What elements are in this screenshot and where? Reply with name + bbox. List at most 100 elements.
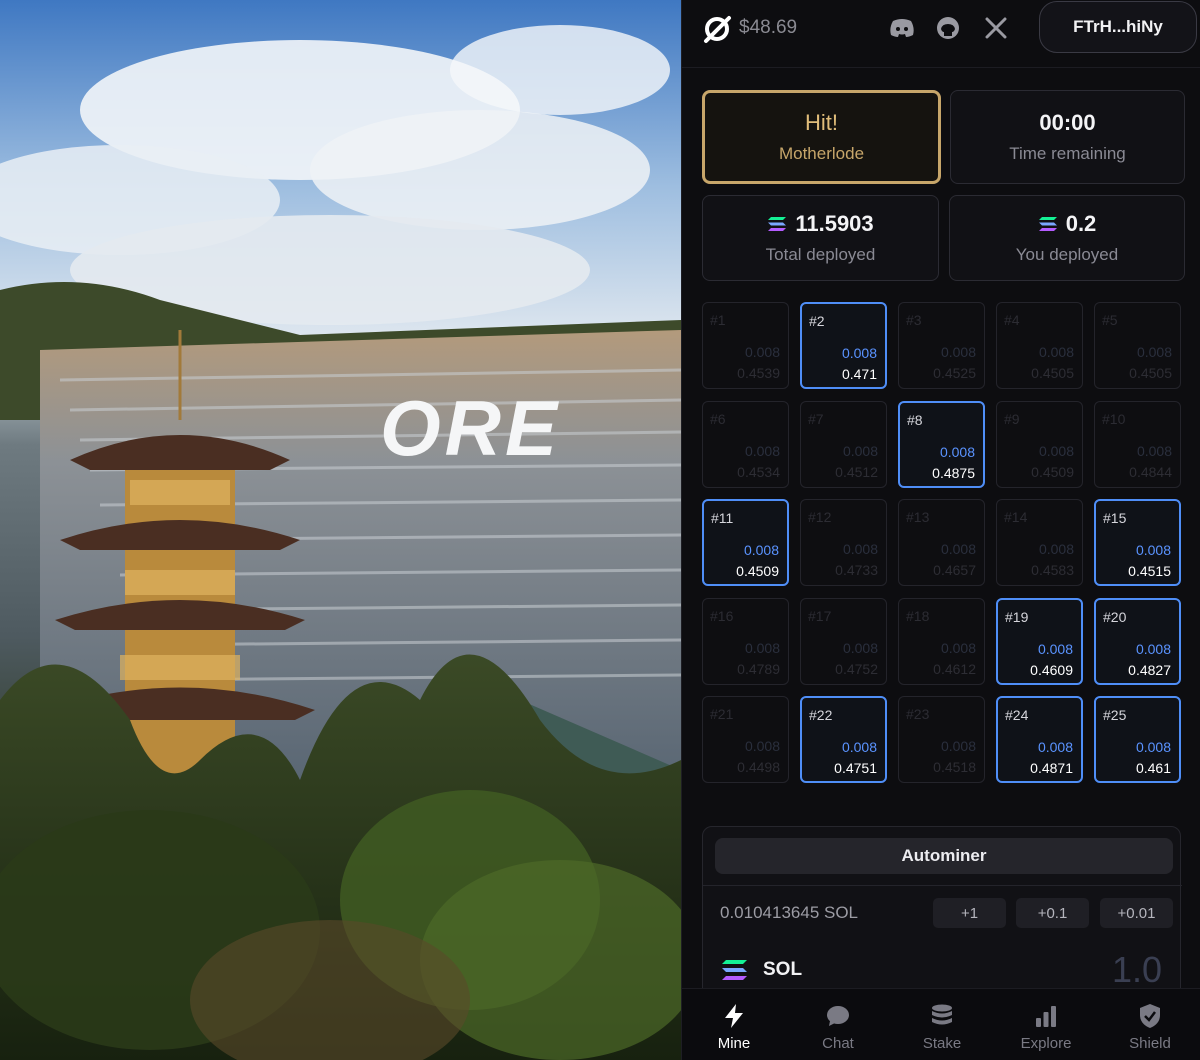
block-cell[interactable]: #8 0.008 0.4875 (898, 400, 985, 488)
block-number: #1 (710, 312, 726, 328)
nav-explore[interactable]: Explore (994, 989, 1098, 1060)
block-cell[interactable]: #6 0.008 0.4534 (702, 400, 789, 488)
increment-1-button[interactable]: +1 (933, 898, 1006, 928)
block-amount: 0.008 (743, 542, 779, 558)
nav-shield[interactable]: Shield (1098, 989, 1200, 1060)
wallet-button[interactable]: FTrH...hiNy (1039, 1, 1197, 53)
nav-label: Mine (717, 1035, 751, 1052)
nav-chat[interactable]: Chat (786, 989, 890, 1060)
block-odds: 0.4612 (933, 660, 976, 677)
block-amount: 0.008 (940, 541, 976, 557)
block-odds: 0.4827 (1128, 661, 1171, 678)
block-number: #7 (808, 410, 824, 427)
block-grid: #1 0.008 0.4539 #2 0.008 0.471 #3 0.008 0.4525 #4… (702, 302, 1181, 784)
nav-mine[interactable]: Mine (682, 989, 786, 1060)
block-cell[interactable]: #15 0.008 0.4515 (1094, 499, 1181, 586)
block-number: #16 (710, 607, 734, 624)
block-cell[interactable]: #11 0.008 0.4509 (702, 499, 789, 586)
bar-chart-icon (1033, 1003, 1059, 1029)
block-cell[interactable]: #2 0.008 0.471 (800, 302, 887, 389)
block-number: #20 (1103, 608, 1127, 625)
total-deployed-value: 11.5903 (795, 211, 874, 236)
block-cell[interactable]: #1 0.008 0.4539 (702, 302, 789, 389)
round-status-title: Hit! (805, 110, 838, 135)
total-deployed-label: Total deployed (765, 245, 876, 264)
top-bar: $48.69 FTrH...hiNy (682, 0, 1200, 68)
autominer-button[interactable]: Autominer (715, 838, 1173, 874)
block-odds: 0.4505 (1129, 365, 1172, 381)
block-number: #3 (906, 312, 922, 328)
block-cell[interactable]: #25 0.008 0.461 (1094, 696, 1181, 783)
block-odds: 0.4844 (1129, 463, 1172, 480)
block-cell[interactable]: #16 0.008 0.4789 (702, 597, 789, 685)
ore-price: $48.69 (739, 17, 798, 38)
block-amount: 0.008 (841, 345, 877, 361)
block-number: #22 (809, 707, 833, 723)
block-amount: 0.008 (744, 738, 780, 754)
block-odds: 0.4515 (1128, 563, 1171, 579)
block-cell[interactable]: #4 0.008 0.4505 (996, 302, 1083, 389)
block-cell[interactable]: #10 0.008 0.4844 (1094, 400, 1181, 488)
block-number: #13 (906, 509, 930, 525)
amount-input[interactable]: 1.0 (1112, 949, 1162, 991)
block-cell[interactable]: #18 0.008 0.4612 (898, 597, 985, 685)
block-cell[interactable]: #21 0.008 0.4498 (702, 696, 789, 783)
block-odds: 0.4509 (1031, 463, 1074, 480)
block-number: #8 (907, 411, 923, 428)
block-odds: 0.4509 (736, 563, 779, 579)
block-number: #14 (1004, 509, 1028, 525)
block-number: #15 (1103, 510, 1127, 526)
block-amount: 0.008 (1135, 640, 1171, 657)
block-number: #25 (1103, 707, 1127, 723)
block-amount: 0.008 (1136, 344, 1172, 360)
block-amount: 0.008 (744, 639, 780, 656)
block-number: #9 (1004, 410, 1020, 427)
github-icon[interactable] (934, 14, 962, 42)
nav-label: Chat (822, 1035, 854, 1052)
block-cell[interactable]: #20 0.008 0.4827 (1094, 597, 1181, 685)
block-odds: 0.4733 (835, 562, 878, 578)
block-amount: 0.008 (1038, 344, 1074, 360)
block-cell[interactable]: #5 0.008 0.4505 (1094, 302, 1181, 389)
block-cell[interactable]: #24 0.008 0.4871 (996, 696, 1083, 783)
block-number: #21 (710, 706, 734, 722)
block-cell[interactable]: #13 0.008 0.4657 (898, 499, 985, 586)
block-cell[interactable]: #23 0.008 0.4518 (898, 696, 985, 783)
block-amount: 0.008 (1038, 442, 1074, 459)
ore-logo-icon[interactable] (702, 14, 732, 44)
timer-label: Time remaining (1009, 144, 1126, 163)
increment-0.1-button[interactable]: +0.1 (1016, 898, 1089, 928)
block-odds: 0.471 (841, 366, 877, 382)
block-odds: 0.4539 (737, 365, 780, 381)
you-deployed-value: 0.2 (1065, 211, 1097, 236)
block-amount: 0.008 (940, 639, 976, 656)
block-amount: 0.008 (842, 639, 878, 656)
block-amount: 0.008 (940, 738, 976, 754)
block-cell[interactable]: #9 0.008 0.4509 (996, 400, 1083, 488)
block-amount: 0.008 (841, 739, 877, 755)
block-cell[interactable]: #7 0.008 0.4512 (800, 400, 887, 488)
nav-label: Shield (1129, 1035, 1171, 1052)
block-odds: 0.4525 (933, 365, 976, 381)
block-number: #11 (711, 510, 734, 526)
block-odds: 0.4657 (933, 562, 976, 578)
timer-value: 00:00 (1039, 110, 1096, 135)
block-cell[interactable]: #3 0.008 0.4525 (898, 302, 985, 389)
nav-stake[interactable]: Stake (890, 989, 994, 1060)
block-number: #6 (710, 410, 726, 427)
block-cell[interactable]: #17 0.008 0.4752 (800, 597, 887, 685)
increment-0.01-button[interactable]: +0.01 (1100, 898, 1173, 928)
sol-icon (768, 217, 787, 231)
block-odds: 0.4518 (933, 759, 976, 775)
block-number: #12 (808, 509, 832, 525)
block-cell[interactable]: #22 0.008 0.4751 (800, 696, 887, 783)
block-cell[interactable]: #12 0.008 0.4733 (800, 499, 887, 586)
block-odds: 0.4875 (932, 464, 975, 481)
block-cell[interactable]: #19 0.008 0.4609 (996, 597, 1083, 685)
sol-token-icon (722, 960, 747, 980)
x-icon[interactable] (982, 14, 1010, 42)
block-odds: 0.4752 (835, 660, 878, 677)
bolt-icon (721, 1003, 747, 1029)
discord-icon[interactable] (888, 14, 916, 42)
block-cell[interactable]: #14 0.008 0.4583 (996, 499, 1083, 586)
